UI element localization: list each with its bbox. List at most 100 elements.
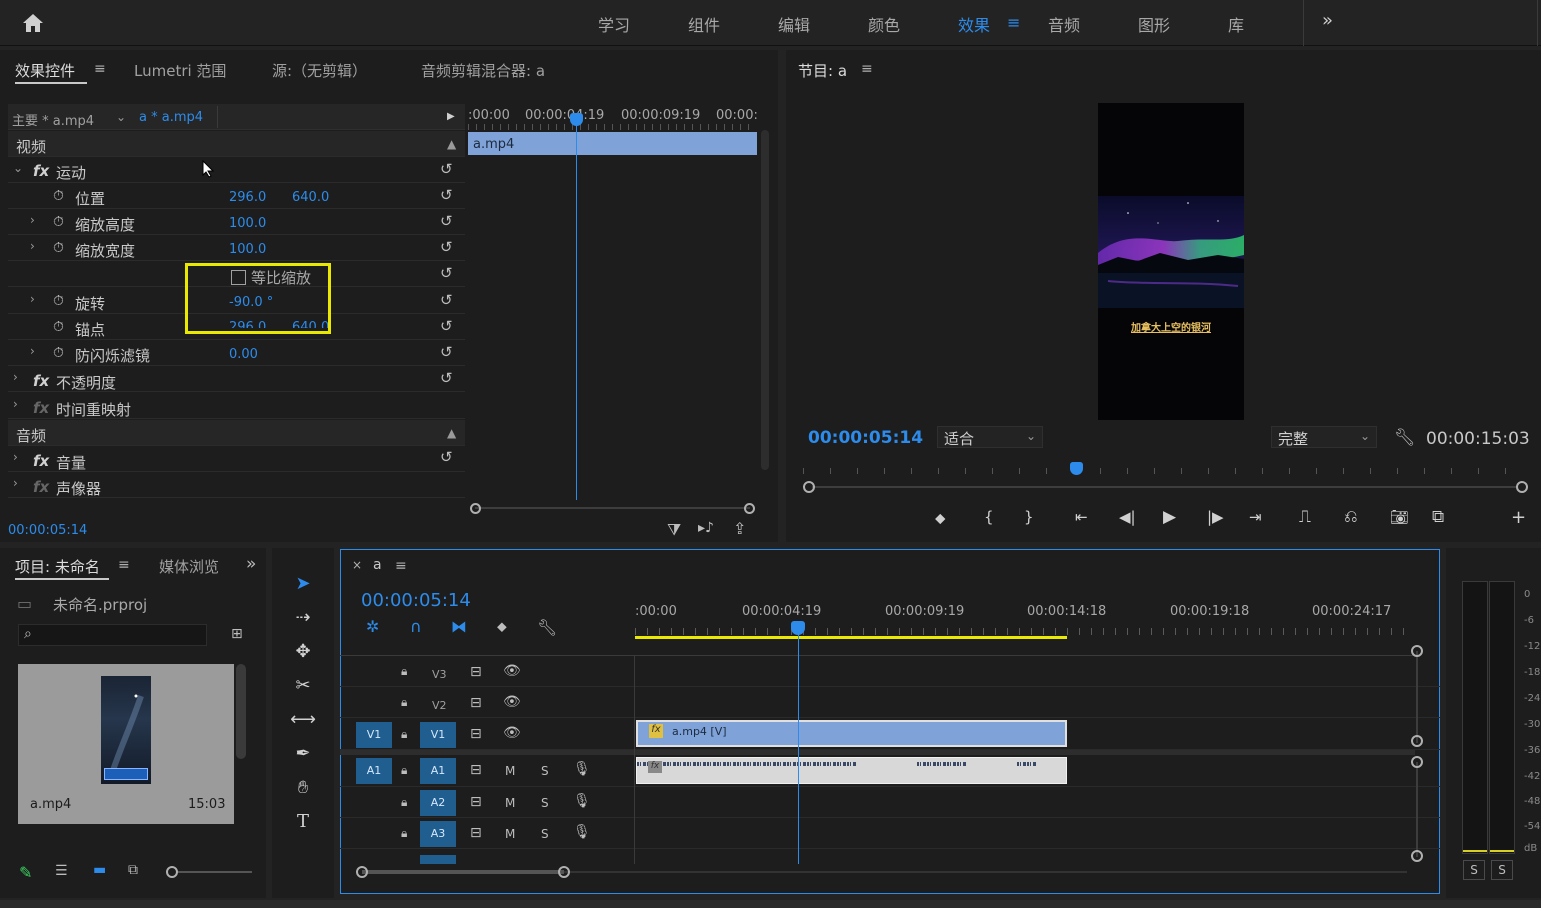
export-frame-camera-icon[interactable]: 📷︎ <box>1390 508 1409 526</box>
fx-volume-icon[interactable]: fx <box>33 452 49 470</box>
tab-project[interactable]: 项目: 未命名 <box>15 556 100 577</box>
expand-panner-icon[interactable]: › <box>13 476 18 490</box>
mic-a2-icon[interactable]: 🎙︎ <box>573 793 591 809</box>
program-menu-icon[interactable]: ≡ <box>861 61 873 77</box>
stopwatch-position-icon[interactable]: ⏱ <box>53 188 64 204</box>
writable-pencil-icon[interactable]: ✎ <box>19 863 32 882</box>
lock-a2-icon[interactable]: 🔒︎ <box>401 795 407 810</box>
workspace-assembly[interactable]: 组件 <box>688 12 720 36</box>
audio-clip[interactable] <box>636 757 1067 784</box>
mute-a1-button[interactable]: M <box>505 764 515 778</box>
expand-flicker-icon[interactable]: › <box>30 344 35 358</box>
nest-toggle-icon[interactable]: ✲ <box>366 617 379 636</box>
stopwatch-rotation-icon[interactable]: ⏱ <box>53 293 64 309</box>
track-select-tool-icon[interactable]: ⇢ <box>288 607 318 628</box>
eye-v2-icon[interactable]: 👁︎ <box>503 694 521 710</box>
workspace-editing[interactable]: 编辑 <box>778 12 810 36</box>
sync-lock-v3-icon[interactable]: ⊟ <box>470 664 482 680</box>
timeline-settings-wrench-icon[interactable]: 🔧︎ <box>537 618 557 637</box>
program-zoom-right-handle[interactable] <box>1516 481 1528 493</box>
hand-tool-icon[interactable]: ✋︎ <box>288 777 318 798</box>
lock-v1-icon[interactable]: 🔒︎ <box>401 727 407 742</box>
add-marker-icon[interactable]: ⬥ <box>935 509 946 527</box>
lock-v3-icon[interactable]: 🔒︎ <box>401 664 407 679</box>
stopwatch-scale-width-icon[interactable]: ⏱ <box>53 240 64 256</box>
workspace-menu-icon[interactable]: ≡ <box>1007 13 1020 32</box>
workspace-audio[interactable]: 音频 <box>1048 12 1080 36</box>
sequence-clip-label[interactable]: a * a.mp4 <box>139 110 203 125</box>
mic-a3-icon[interactable]: 🎙︎ <box>573 824 591 840</box>
program-scrubber[interactable] <box>800 460 1528 496</box>
list-view-icon[interactable]: ☰ <box>55 863 68 879</box>
step-forward-icon[interactable]: |▶ <box>1207 508 1224 526</box>
mute-a2-button[interactable]: M <box>505 796 515 810</box>
expand-scale-width-icon[interactable]: › <box>30 239 35 253</box>
pen-tool-icon[interactable]: ✒︎ <box>288 743 318 764</box>
solo-right-button[interactable]: S <box>1491 860 1513 880</box>
reset-uniform-icon[interactable]: ↺ <box>440 264 453 282</box>
timeline-vscroll-audio[interactable] <box>1411 756 1423 864</box>
filter-icon[interactable]: ⧩ <box>667 520 681 540</box>
expand-scale-height-icon[interactable]: › <box>30 213 35 227</box>
play-icon[interactable]: ▶ <box>1163 507 1176 527</box>
reset-motion-icon[interactable]: ↺ <box>440 160 453 178</box>
program-title[interactable]: 节目: a <box>798 60 847 81</box>
lock-a1-icon[interactable]: 🔒︎ <box>401 763 407 778</box>
play-audio-icon[interactable]: ▸♪ <box>698 520 714 536</box>
mark-in-icon[interactable]: { <box>984 508 994 526</box>
fit-dropdown[interactable]: 适合 ⌄ <box>937 426 1043 448</box>
mark-out-icon[interactable]: } <box>1024 508 1034 526</box>
solo-a1-button[interactable]: S <box>541 764 549 778</box>
add-marker-timeline-icon[interactable]: ⬥ <box>497 619 507 635</box>
timeline-hscroll[interactable] <box>356 866 1411 878</box>
slip-tool-icon[interactable]: ⟷ <box>288 709 318 730</box>
collapse-audio-icon[interactable]: ▲ <box>447 426 456 440</box>
tab-source[interactable]: 源:（无剪辑） <box>272 60 367 81</box>
clip-dropdown-icon[interactable]: ⌄ <box>116 110 126 124</box>
program-zoom-left-handle[interactable] <box>803 481 815 493</box>
sync-lock-a1-icon[interactable]: ⊟ <box>470 762 482 778</box>
expand-motion-icon[interactable]: ⌄ <box>13 161 23 175</box>
solo-a2-button[interactable]: S <box>541 796 549 810</box>
selection-tool-icon[interactable]: ➤ <box>288 573 318 594</box>
workspace-libraries[interactable]: 库 <box>1228 12 1244 36</box>
timeline-timecode[interactable]: 00:00:05:14 <box>361 590 471 611</box>
home-icon[interactable] <box>20 10 46 36</box>
expand-opacity-icon[interactable]: › <box>13 370 18 384</box>
track-target-a2[interactable]: A2 <box>420 790 456 816</box>
collapse-video-icon[interactable]: ▲ <box>447 137 456 151</box>
program-timecode[interactable]: 00:00:05:14 <box>808 428 923 448</box>
new-bin-icon[interactable]: ⊞ <box>231 626 243 642</box>
button-editor-plus-icon[interactable]: + <box>1511 507 1526 528</box>
sequence-tab[interactable]: a <box>373 557 382 573</box>
source-patch-v1[interactable]: V1 <box>356 722 392 748</box>
expand-rotation-icon[interactable]: › <box>30 292 35 306</box>
reset-opacity-icon[interactable]: ↺ <box>440 369 453 387</box>
step-back-icon[interactable]: ◀| <box>1119 508 1136 526</box>
tab-lumetri-scopes[interactable]: Lumetri 范围 <box>134 60 226 81</box>
fx-opacity-icon[interactable]: fx <box>33 372 49 390</box>
master-clip-label[interactable]: 主要 * a.mp4 <box>12 110 94 129</box>
expand-timeline-icon[interactable]: ▶ <box>447 111 455 122</box>
extract-icon[interactable]: ⎌ <box>1344 507 1358 527</box>
eye-v1-icon[interactable]: 👁︎ <box>503 725 521 741</box>
flicker-value[interactable]: 0.00 <box>229 347 258 362</box>
stopwatch-flicker-icon[interactable]: ⏱ <box>53 345 64 361</box>
expand-volume-icon[interactable]: › <box>13 450 18 464</box>
sequence-menu-icon[interactable]: ≡ <box>395 558 407 574</box>
ec-timecode[interactable]: 00:00:05:14 <box>8 523 87 538</box>
workspace-learn[interactable]: 学习 <box>598 12 630 36</box>
reset-rotation-icon[interactable]: ↺ <box>440 291 453 309</box>
sync-lock-a3-icon[interactable]: ⊟ <box>470 825 482 841</box>
program-playhead[interactable] <box>1070 462 1083 475</box>
track-target-a1[interactable]: A1 <box>420 758 456 784</box>
mute-a3-button[interactable]: M <box>505 827 515 841</box>
tab-audio-clip-mixer[interactable]: 音频剪辑混合器: a <box>421 60 545 81</box>
ripple-edit-tool-icon[interactable]: ✥ <box>288 641 318 662</box>
track-target-v1[interactable]: V1 <box>420 722 456 748</box>
mic-a1-icon[interactable]: 🎙︎ <box>573 761 591 777</box>
workspace-graphics[interactable]: 图形 <box>1138 12 1170 36</box>
razor-tool-icon[interactable]: ✂︎ <box>288 675 318 696</box>
reset-position-icon[interactable]: ↺ <box>440 186 453 204</box>
solo-left-button[interactable]: S <box>1463 860 1485 880</box>
